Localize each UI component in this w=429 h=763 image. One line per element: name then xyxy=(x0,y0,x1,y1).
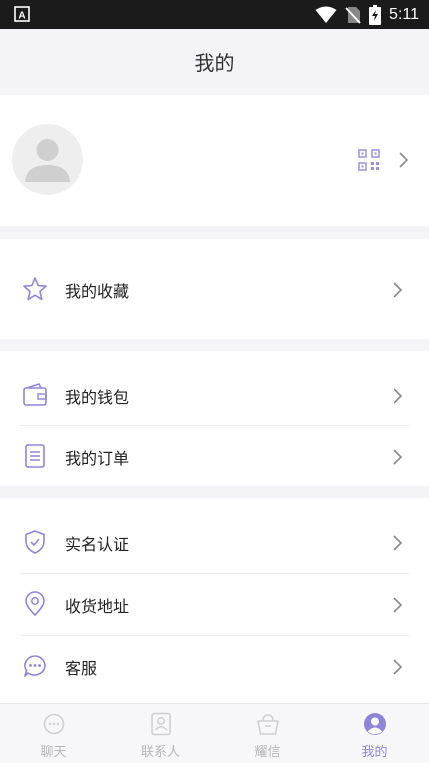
battery-charging-icon xyxy=(369,5,382,25)
menu-item-label: 我的钱包 xyxy=(65,388,130,407)
menu-item-favorites[interactable]: 我的收藏 xyxy=(0,259,429,320)
wifi-icon xyxy=(315,6,337,23)
basket-icon xyxy=(256,714,279,735)
chevron-right-icon xyxy=(393,282,402,298)
chevron-right-icon xyxy=(393,535,402,551)
chat-bubble-icon xyxy=(24,655,46,677)
avatar-placeholder-icon xyxy=(25,139,70,182)
chevron-right-icon xyxy=(393,388,402,404)
contacts-icon xyxy=(150,712,171,736)
tab-contacts[interactable]: 联系人 xyxy=(107,704,214,763)
favorites-section: 我的收藏 xyxy=(0,239,429,339)
menu-item-label: 我的订单 xyxy=(65,449,130,468)
qr-code-icon[interactable] xyxy=(358,149,380,171)
profile-icon xyxy=(363,713,386,735)
star-icon xyxy=(23,277,47,301)
tab-label: 聊天 xyxy=(40,745,67,760)
tab-label: 联系人 xyxy=(140,745,180,760)
menu-item-label: 我的收藏 xyxy=(65,282,130,301)
svg-text:A: A xyxy=(18,11,25,22)
title-bar: 我的 xyxy=(0,29,429,93)
chevron-right-icon xyxy=(393,449,402,465)
menu-item-label: 实名认证 xyxy=(65,535,130,554)
no-sim-icon xyxy=(345,7,361,24)
chevron-right-icon xyxy=(399,152,408,168)
menu-item-wallet[interactable]: 我的钱包 xyxy=(0,365,429,426)
bottom-tab-bar: 聊天 联系人 耀信 我的 xyxy=(0,703,429,763)
wallet-orders-section: 我的钱包 我的订单 xyxy=(0,351,429,486)
profile-card[interactable] xyxy=(0,95,429,226)
menu-item-label: 收货地址 xyxy=(65,597,130,616)
chat-icon xyxy=(43,713,64,735)
chevron-right-icon xyxy=(393,659,402,675)
tab-chat[interactable]: 聊天 xyxy=(0,704,107,763)
shield-check-icon xyxy=(25,530,45,554)
status-time: 5:11 xyxy=(389,6,419,23)
avatar[interactable] xyxy=(12,124,83,195)
notification-app-icon: A xyxy=(14,6,30,22)
menu-item-address[interactable]: 收货地址 xyxy=(0,574,429,635)
location-pin-icon xyxy=(25,591,45,617)
order-list-icon xyxy=(25,444,45,468)
tab-mine[interactable]: 我的 xyxy=(321,704,428,763)
menu-item-verification[interactable]: 实名认证 xyxy=(0,512,429,573)
menu-item-customer-service[interactable]: 客服 xyxy=(0,636,429,697)
services-section: 实名认证 收货地址 客服 xyxy=(0,498,429,703)
chevron-right-icon xyxy=(393,597,402,613)
tab-label: 耀信 xyxy=(254,745,281,760)
page-title: 我的 xyxy=(194,50,235,75)
tab-yaoxin[interactable]: 耀信 xyxy=(214,704,321,763)
tab-label: 我的 xyxy=(361,745,388,760)
menu-item-label: 客服 xyxy=(65,659,98,678)
wallet-icon xyxy=(23,383,47,406)
status-bar: A 5:11 xyxy=(0,0,429,29)
menu-item-orders[interactable]: 我的订单 xyxy=(0,426,429,487)
